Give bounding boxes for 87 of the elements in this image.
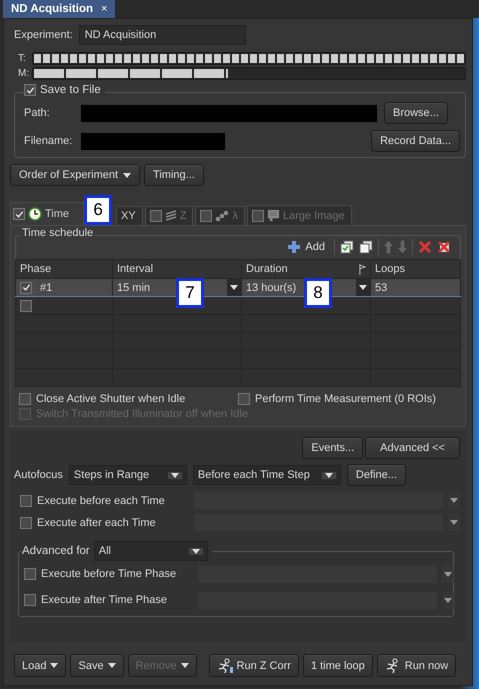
flag-icon [359, 264, 366, 274]
order-dropdown[interactable]: Order of Experiment [10, 164, 140, 186]
dropdown-button[interactable] [227, 279, 241, 296]
action-button[interactable]: Run Z Corr [208, 654, 299, 677]
progress-label: T: [18, 53, 27, 64]
group-title: Time schedule [20, 227, 96, 239]
caret-icon [230, 285, 238, 290]
option-label: Perform Time Measurement (0 ROIs) [255, 393, 436, 405]
caret-icon [170, 472, 179, 478]
document-tab[interactable]: ND Acquisition × [3, 0, 116, 18]
table-cell: 15 min [117, 282, 150, 294]
browse-button[interactable]: Browse... [384, 102, 448, 124]
callout-number: 6 [84, 195, 112, 225]
checkbox[interactable] [24, 594, 36, 606]
caret-icon [108, 663, 116, 668]
advanced-for-dropdown[interactable]: All [94, 541, 208, 561]
runner-icon [216, 658, 233, 674]
plus-icon [288, 241, 300, 253]
grid-icon [266, 209, 280, 222]
dimension-tab[interactable]: XY [116, 206, 143, 225]
save-to-file-label: Save to File [40, 84, 101, 96]
path-field[interactable] [80, 104, 378, 122]
execute-label: Execute after Time Phase [41, 594, 168, 606]
autofocus-label: Autofocus [14, 469, 63, 481]
tab-title: ND Acquisition [11, 3, 93, 15]
checkbox[interactable] [24, 84, 36, 96]
advanced-button[interactable]: Advanced << [365, 437, 460, 459]
action-button[interactable]: Run now [376, 654, 456, 677]
dimension-tab[interactable]: Time [10, 202, 84, 225]
delete-all-icon[interactable] [437, 240, 451, 254]
caret-icon [324, 472, 333, 478]
checkbox[interactable] [13, 208, 25, 220]
action-button[interactable]: 1 time loop [302, 654, 373, 677]
define-button[interactable]: Define... [346, 464, 406, 486]
caret-icon [450, 498, 458, 503]
column-header[interactable]: Interval [117, 263, 154, 275]
callout-number: 7 [176, 278, 204, 308]
autofocus-mode-dropdown[interactable]: Steps in Range [68, 465, 187, 485]
clock-icon [28, 207, 42, 221]
up-arrow-icon[interactable] [384, 240, 393, 254]
execute-label: Execute after each Time [37, 516, 157, 528]
action-button[interactable]: Save [70, 654, 124, 677]
advanced-for-label: Advanced for [22, 545, 90, 557]
add-button[interactable]: Add [284, 239, 329, 255]
filename-field[interactable] [80, 132, 226, 150]
callout-number: 8 [304, 278, 332, 308]
caret-icon [180, 663, 189, 668]
autofocus-timing-dropdown[interactable]: Before each Time Step [192, 465, 341, 485]
table-cell: 53 [375, 282, 388, 294]
experiment-label: Experiment: [14, 29, 73, 41]
progress-label: M: [18, 68, 28, 79]
copy-icon[interactable] [359, 240, 373, 254]
caret-icon [50, 663, 58, 668]
checkbox[interactable] [238, 393, 250, 405]
timing-button[interactable]: Timing... [144, 164, 204, 186]
dropdown-button[interactable] [442, 592, 454, 608]
checkbox[interactable] [24, 568, 36, 580]
dropdown-button[interactable] [356, 279, 370, 296]
action-button[interactable]: Load [14, 654, 66, 677]
execute-label: Execute before Time Phase [41, 568, 178, 580]
caret-icon [192, 548, 200, 554]
caret-icon [359, 285, 367, 290]
checkbox[interactable] [19, 393, 31, 405]
close-icon[interactable]: × [101, 3, 108, 15]
caret-icon [123, 172, 132, 178]
caret-icon [450, 520, 458, 525]
down-arrow-icon[interactable] [398, 240, 407, 254]
delete-icon[interactable] [418, 240, 432, 254]
layers-icon [164, 210, 177, 222]
events-button[interactable]: Events... [302, 437, 364, 459]
option-label: Close Active Shutter when Idle [36, 393, 186, 405]
copy-icon[interactable] [340, 240, 354, 254]
checkbox[interactable] [20, 300, 32, 312]
checkbox[interactable] [20, 516, 32, 528]
record-data-button[interactable]: Record Data... [371, 130, 460, 152]
caret-icon [444, 572, 452, 576]
dropdown-button[interactable] [442, 566, 454, 582]
checkbox[interactable] [20, 282, 32, 294]
filename-label: Filename: [24, 135, 74, 147]
execute-label: Execute before each Time [37, 494, 166, 506]
table-cell: #1 [40, 282, 52, 294]
checkbox[interactable] [20, 494, 32, 506]
table-cell: 13 hour(s) [246, 282, 296, 294]
caret-icon [444, 598, 452, 602]
dots-icon [215, 210, 230, 222]
experiment-field[interactable]: ND Acquisition [78, 25, 246, 45]
path-label: Path: [24, 107, 51, 119]
